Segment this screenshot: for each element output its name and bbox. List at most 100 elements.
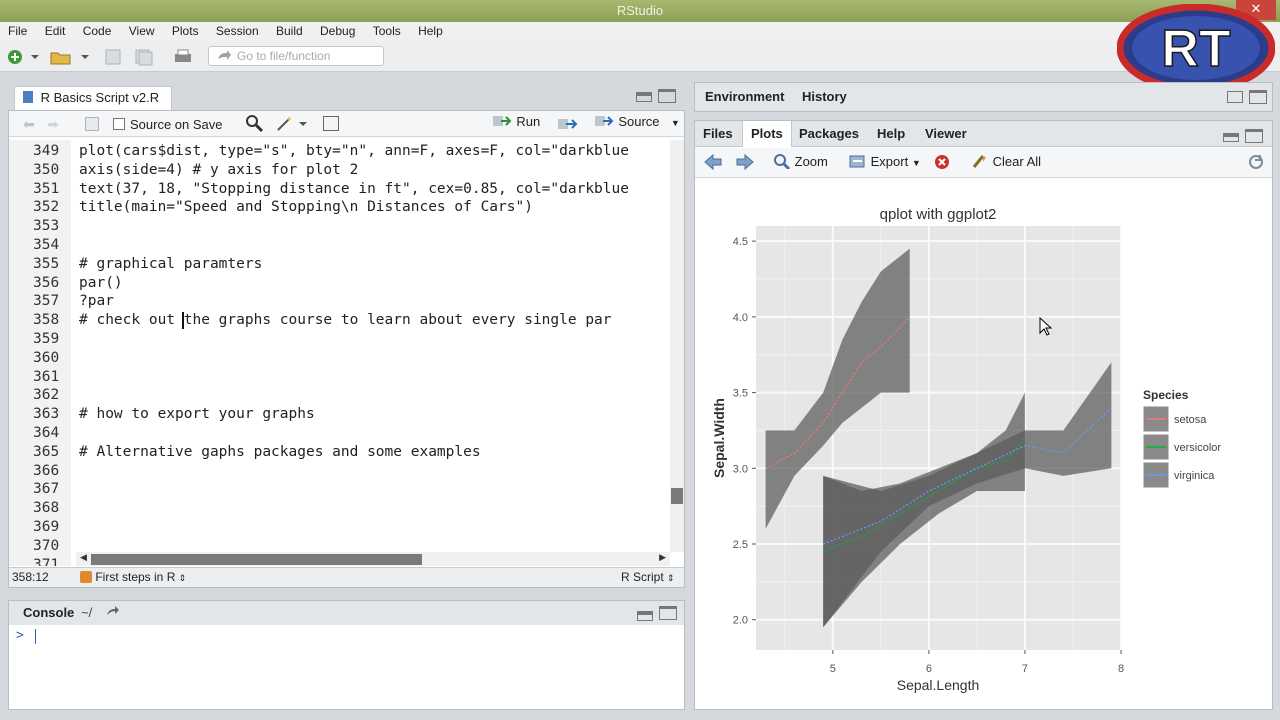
editor-tab[interactable]: R Basics Script v2.R ✕: [14, 86, 172, 127]
code-editor[interactable]: 349 plot(cars$dist, type="s", bty="n", an…: [9, 140, 670, 566]
code-line: axis(side=4) # y axis for plot 2: [79, 161, 359, 178]
menu-debug[interactable]: Debug: [312, 22, 361, 40]
menu-tools[interactable]: Tools: [365, 22, 407, 40]
tab-packages[interactable]: Packages: [799, 126, 859, 141]
file-type-selector[interactable]: R Script ⇕: [621, 568, 675, 588]
code-tools-icon[interactable]: [275, 114, 307, 135]
remove-plot-icon[interactable]: [933, 153, 953, 174]
source-button[interactable]: Source ▼: [595, 114, 680, 134]
code-line: # graphical paramters: [79, 255, 263, 272]
menu-plots[interactable]: Plots: [164, 22, 205, 40]
goto-file-input[interactable]: Go to file/function: [208, 46, 384, 66]
horizontal-scroll-thumb[interactable]: [91, 554, 422, 565]
legend-label-setosa: setosa: [1174, 414, 1207, 426]
print-icon[interactable]: [172, 48, 194, 68]
search-icon[interactable]: [245, 114, 264, 135]
go-to-directory-icon[interactable]: [105, 604, 121, 621]
menu-help[interactable]: Help: [410, 22, 449, 40]
console-path: ~/: [81, 605, 93, 620]
clear-all-button[interactable]: Clear All: [971, 153, 1041, 169]
line-number: 370: [33, 537, 60, 554]
editor-horizontal-scrollbar[interactable]: ◀ ▶: [76, 552, 670, 566]
save-all-icon[interactable]: [134, 48, 154, 68]
open-file-icon[interactable]: [48, 48, 94, 68]
compile-notebook-icon[interactable]: [323, 116, 339, 131]
menu-file[interactable]: File: [0, 22, 33, 40]
rt-logo: RT: [1116, 3, 1276, 93]
console-maximize-icon[interactable]: [659, 606, 677, 620]
export-button[interactable]: Export ▼: [849, 153, 921, 169]
editor-vertical-scrollbar[interactable]: [670, 140, 684, 552]
menu-code[interactable]: Code: [75, 22, 118, 40]
line-number: 365: [33, 443, 60, 460]
menu-bar: File Edit Code View Plots Session Build …: [0, 22, 1280, 42]
line-number: 350: [33, 161, 60, 178]
export-chevron-icon: ▼: [911, 158, 921, 168]
console-minimize-icon[interactable]: [637, 611, 653, 621]
export-label: Export: [870, 154, 909, 169]
scroll-right-icon[interactable]: ▶: [659, 552, 666, 563]
forward-arrow-icon[interactable]: ➡: [47, 116, 59, 133]
y-tick-label: 2.5: [733, 539, 748, 551]
text-caret: [182, 312, 184, 329]
back-arrow-icon[interactable]: ⬅: [23, 116, 35, 133]
scroll-left-icon[interactable]: ◀: [80, 552, 87, 563]
env-minimize-icon[interactable]: [1227, 91, 1243, 103]
code-line: # Alternative gaphs packages and some ex…: [79, 443, 481, 460]
save-icon[interactable]: [104, 48, 122, 68]
tab-plots[interactable]: Plots: [742, 121, 792, 147]
plots-maximize-icon[interactable]: [1245, 129, 1263, 143]
line-number: 359: [33, 331, 60, 347]
previous-plot-icon[interactable]: [703, 153, 723, 174]
new-file-icon[interactable]: [6, 48, 40, 68]
editor-minimize-icon[interactable]: [636, 92, 652, 102]
console-prompt: >: [16, 628, 24, 643]
next-plot-icon[interactable]: [735, 153, 755, 174]
menu-build[interactable]: Build: [268, 22, 309, 40]
run-button[interactable]: Run: [489, 114, 544, 134]
editor-maximize-icon[interactable]: [658, 89, 676, 103]
rerun-icon[interactable]: [557, 116, 581, 135]
tab-history[interactable]: History: [802, 89, 847, 104]
line-number: 357: [33, 293, 60, 310]
refresh-icon[interactable]: [1247, 153, 1265, 174]
y-tick-label: 4.5: [733, 236, 748, 248]
legend-label-versicolor: versicolor: [1174, 442, 1221, 454]
save-file-icon[interactable]: [85, 117, 99, 131]
plots-minimize-icon[interactable]: [1223, 133, 1239, 142]
vertical-scroll-thumb[interactable]: [671, 488, 683, 504]
zoom-button[interactable]: Zoom: [773, 153, 828, 171]
goto-arrow-icon: [216, 49, 232, 66]
y-tick-label: 3.0: [733, 463, 748, 475]
env-maximize-icon[interactable]: [1249, 90, 1267, 104]
source-on-save-checkbox[interactable]: [113, 118, 125, 130]
tab-viewer[interactable]: Viewer: [925, 126, 967, 141]
line-number: 367: [33, 481, 60, 498]
editor-status-bar: 358:12 First steps in R ⇕ R Script ⇕: [9, 567, 684, 587]
code-line: # how to export your graphs: [79, 406, 315, 423]
console-input[interactable]: >: [9, 626, 684, 709]
x-tick-label: 7: [1022, 663, 1028, 675]
logo-text: RT: [1161, 20, 1231, 78]
scope-chevron-icon: ⇕: [178, 573, 187, 583]
menu-edit[interactable]: Edit: [37, 22, 72, 40]
y-tick-label: 3.5: [733, 388, 748, 400]
menu-session[interactable]: Session: [208, 22, 265, 40]
tab-environment[interactable]: Environment: [705, 89, 784, 104]
line-number: 355: [33, 255, 60, 272]
chart-title: qplot with ggplot2: [880, 206, 997, 223]
line-number: 349: [33, 143, 60, 159]
y-tick-label: 2.0: [733, 615, 748, 627]
ggplot-chart: 5 6 7 8 2.0 2.5 3.0 3.5 4.0 4.5 qplot with ggplot2…: [711, 206, 1221, 693]
console-header: Console ~/: [9, 601, 684, 625]
function-scope[interactable]: First steps in R ⇕: [80, 568, 186, 588]
plots-toolbar: Zoom Export ▼ Clear All: [695, 148, 1272, 178]
tab-files[interactable]: Files: [703, 126, 733, 141]
code-line: # check out the graphs course to learn a…: [79, 312, 612, 329]
console-title[interactable]: Console: [23, 605, 74, 620]
tab-help[interactable]: Help: [877, 126, 905, 141]
line-number: 363: [33, 406, 60, 423]
line-number: 362: [33, 387, 60, 404]
plot-viewer: 5 6 7 8 2.0 2.5 3.0 3.5 4.0 4.5 qplot with ggplot2…: [695, 178, 1272, 708]
menu-view[interactable]: View: [121, 22, 161, 40]
